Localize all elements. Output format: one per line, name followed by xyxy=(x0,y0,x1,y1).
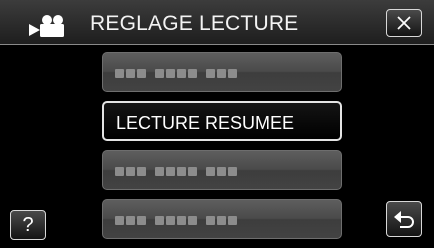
placeholder-dots-icon xyxy=(115,216,237,225)
menu-item-label: LECTURE RESUMEE xyxy=(116,113,295,133)
close-button[interactable] xyxy=(386,9,422,37)
placeholder-dots-icon xyxy=(115,167,237,176)
placeholder-dots-icon xyxy=(115,69,237,78)
help-icon: ? xyxy=(22,213,34,236)
return-arrow-icon xyxy=(394,211,414,228)
menu-item-lecture-resumee[interactable]: LECTURE RESUMEE xyxy=(102,101,342,141)
menu-item-1[interactable] xyxy=(102,52,342,92)
header-divider xyxy=(0,44,434,45)
video-camera-icon xyxy=(29,15,64,37)
help-button[interactable]: ? xyxy=(10,210,46,240)
menu-item-4[interactable] xyxy=(102,199,342,239)
title-bar: REGLAGE LECTURE xyxy=(0,0,434,44)
back-button[interactable] xyxy=(386,201,422,237)
close-icon xyxy=(397,16,411,30)
menu-item-3[interactable] xyxy=(102,150,342,190)
page-title: REGLAGE LECTURE xyxy=(90,12,299,35)
